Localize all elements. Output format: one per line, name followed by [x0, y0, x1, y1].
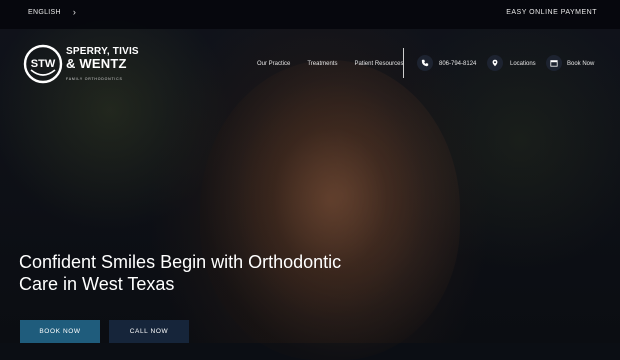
logo-wordmark: SPERRY, TIVIS & WENTZ [66, 46, 139, 70]
map-pin-icon[interactable] [487, 55, 503, 71]
language-label: ENGLISH [28, 9, 61, 16]
online-payment-link[interactable]: EASY ONLINE PAYMENT [506, 9, 597, 16]
calendar-icon[interactable] [546, 55, 562, 71]
call-now-button[interactable]: CALL NOW [109, 320, 189, 343]
nav-item-our-practice[interactable]: Our Practice [257, 61, 290, 67]
nav-item-treatments[interactable]: Treatments [307, 61, 337, 67]
phone-icon[interactable] [417, 55, 433, 71]
nav-divider [403, 48, 404, 78]
logo-monogram: STW [31, 58, 56, 70]
headline-line1: Confident Smiles Begin with Orthodontic [19, 252, 342, 272]
nav-item-patient-resources[interactable]: Patient Resources [354, 61, 403, 67]
logo-tagline: FAMILY ORTHODONTICS [66, 77, 123, 81]
hero-portrait [200, 60, 460, 360]
book-now-link[interactable]: Book Now [567, 61, 594, 67]
locations-link[interactable]: Locations [510, 61, 536, 67]
chevron-right-icon: › [72, 7, 77, 17]
headline-line2: Care in West Texas [19, 274, 175, 294]
top-bar: ENGLISH › EASY ONLINE PAYMENT [0, 0, 620, 29]
book-now-button[interactable]: BOOK NOW [20, 320, 100, 343]
hero-headline: Confident Smiles Begin with Orthodontic … [19, 251, 379, 295]
main-navigation: Our Practice Treatments Patient Resource… [257, 61, 404, 67]
logo-line2: & WENTZ [66, 56, 127, 71]
phone-number-link[interactable]: 806-794-8124 [439, 61, 476, 67]
language-selector[interactable]: ENGLISH › [28, 7, 77, 17]
